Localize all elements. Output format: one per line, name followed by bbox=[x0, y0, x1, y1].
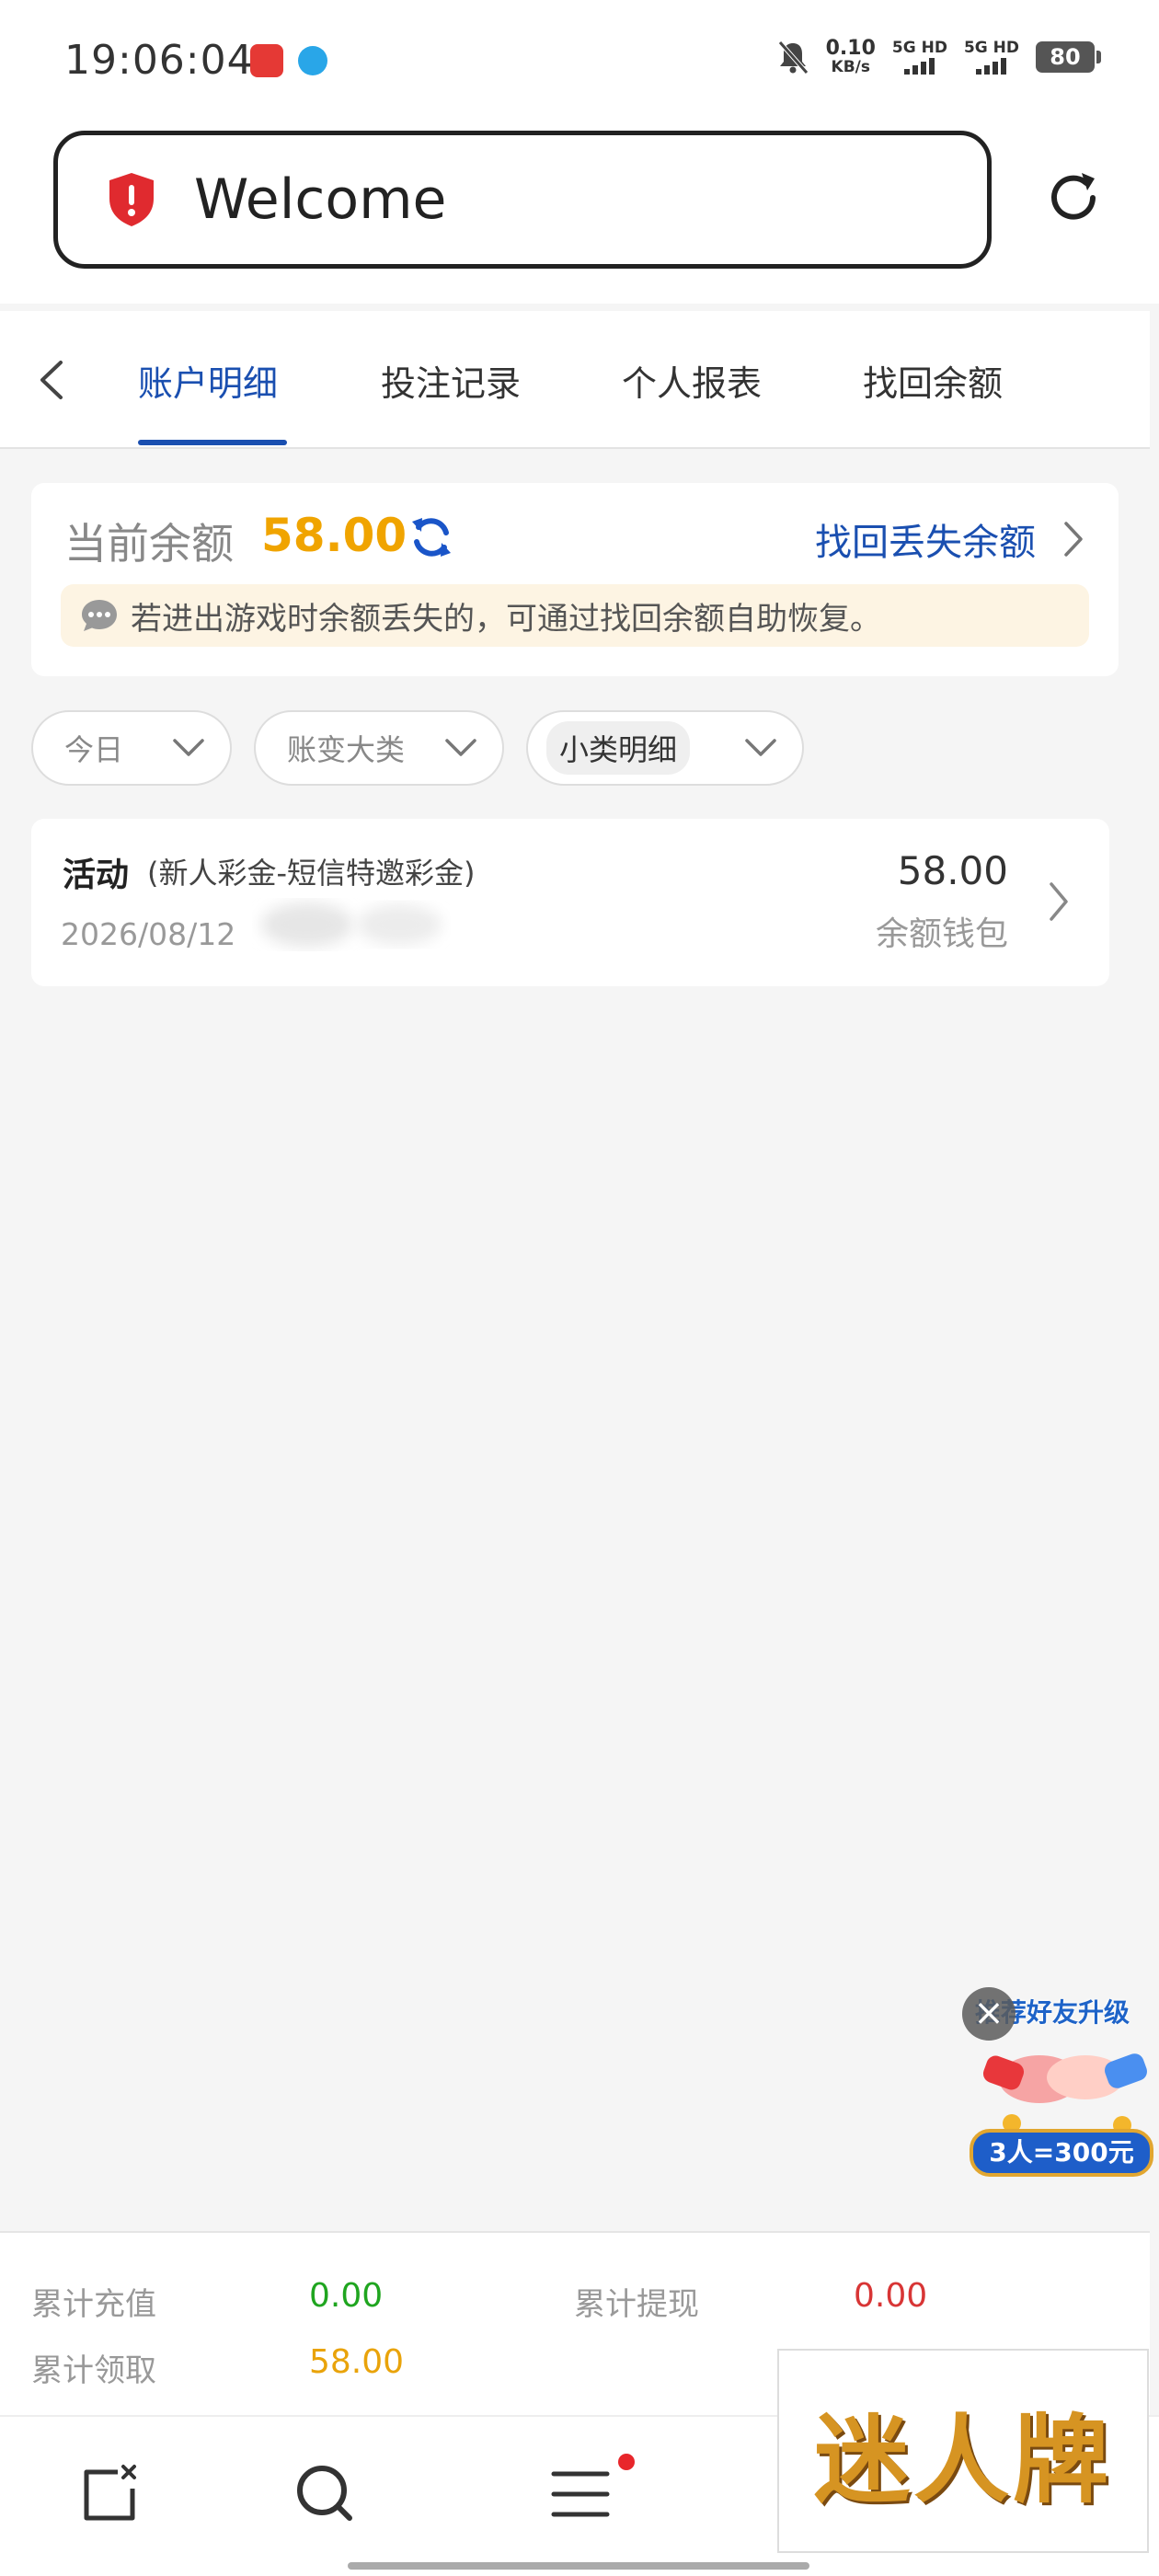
filter-subcategory-label: 小类明细 bbox=[546, 721, 691, 775]
security-warning-shield-icon[interactable] bbox=[106, 171, 157, 228]
network-speed-unit: KB/s bbox=[831, 58, 870, 76]
tab-personal-report[interactable]: 个人报表 bbox=[622, 355, 762, 406]
transaction-row[interactable]: 活动 (新人彩金-短信特邀彩金) 2026/08/12 58.00 余额钱包 bbox=[31, 819, 1109, 986]
total-deposit-value: 0.00 bbox=[309, 2277, 384, 2315]
filter-category-label: 账变大类 bbox=[287, 732, 406, 767]
sim1-signal: 5G HD bbox=[892, 40, 947, 75]
notice-text: 若进出游戏时余额丢失的，可通过找回余额自助恢复。 bbox=[131, 600, 881, 638]
sim2-signal: 5G HD bbox=[964, 40, 1019, 75]
status-bar: 19:06:04 0.10 KB/s 5G HD 5G HD 80 bbox=[0, 0, 1159, 120]
referral-promo-widget[interactable]: 推荐好友升级 × 3人=300元 bbox=[957, 1987, 1159, 2180]
status-indicators: 0.10 KB/s 5G HD 5G HD 80 bbox=[776, 37, 1101, 76]
menu-icon[interactable] bbox=[548, 2461, 613, 2525]
back-arrow-icon[interactable] bbox=[33, 357, 70, 403]
filter-subcategory[interactable]: 小类明细 bbox=[526, 710, 804, 786]
balance-label: 当前余额 bbox=[64, 519, 234, 569]
close-icon[interactable]: × bbox=[962, 1987, 1016, 2041]
tab-bar: 账户明细 投注记录 个人报表 找回余额 bbox=[0, 311, 1150, 449]
sim1-label: 5G HD bbox=[891, 39, 947, 57]
qq-notification-icon bbox=[298, 46, 327, 75]
notification-dot bbox=[618, 2454, 635, 2470]
transaction-date: 2026/08/12 bbox=[61, 916, 236, 952]
close-tab-icon[interactable] bbox=[77, 2461, 142, 2525]
promo-banner: 3人=300元 bbox=[970, 2129, 1153, 2177]
address-text[interactable]: Welcome bbox=[194, 167, 446, 232]
sim2-label: 5G HD bbox=[963, 39, 1019, 57]
reload-icon[interactable] bbox=[1041, 166, 1106, 230]
chat-bubble-icon bbox=[82, 600, 117, 631]
balance-card: 当前余额 58.00 找回丢失余额 若进出游戏时余额丢失的，可通过找回余额自助恢… bbox=[31, 483, 1119, 676]
tab-bet-records[interactable]: 投注记录 bbox=[381, 355, 521, 406]
chevron-right-icon bbox=[1050, 882, 1068, 921]
transaction-amount: 58.00 bbox=[897, 848, 1008, 893]
chevron-right-icon[interactable] bbox=[1061, 520, 1085, 558]
transaction-detail: (新人彩金-短信特邀彩金) bbox=[147, 856, 476, 891]
brand-logo[interactable]: 迷人牌 bbox=[777, 2349, 1149, 2553]
signal-bars-icon bbox=[976, 56, 1007, 75]
tab-account-details[interactable]: 账户明细 bbox=[138, 355, 278, 406]
network-speed: 0.10 KB/s bbox=[825, 37, 876, 76]
redacted-time-blur bbox=[261, 903, 442, 947]
transaction-wallet: 余额钱包 bbox=[875, 915, 1008, 953]
notice-bar: 若进出游戏时余额丢失的，可通过找回余额自助恢复。 bbox=[61, 584, 1089, 647]
filter-date-label: 今日 bbox=[64, 732, 124, 767]
transaction-type: 活动 bbox=[63, 857, 130, 894]
total-claim-value: 58.00 bbox=[309, 2343, 405, 2381]
browser-toolbar: Welcome bbox=[0, 120, 1159, 304]
balance-value: 58.00 bbox=[261, 509, 407, 562]
status-time: 19:06:04 bbox=[64, 37, 254, 84]
home-indicator[interactable] bbox=[348, 2562, 809, 2570]
app-notification-icon bbox=[250, 44, 283, 77]
recover-lost-balance-link[interactable]: 找回丢失余额 bbox=[815, 512, 1036, 566]
battery-indicator: 80 bbox=[1036, 41, 1101, 73]
brand-logo-text: 迷人牌 bbox=[813, 2402, 1112, 2516]
tab-recover-balance[interactable]: 找回余额 bbox=[863, 355, 1003, 406]
search-icon[interactable] bbox=[293, 2461, 357, 2525]
bell-mute-icon bbox=[777, 40, 809, 75]
chevron-down-icon bbox=[173, 739, 204, 756]
active-tab-indicator bbox=[138, 440, 287, 445]
filter-date[interactable]: 今日 bbox=[31, 710, 232, 786]
chevron-down-icon bbox=[445, 739, 476, 756]
total-withdraw-label: 累计提现 bbox=[574, 2286, 699, 2323]
signal-bars-icon bbox=[904, 56, 935, 75]
chevron-down-icon bbox=[745, 739, 776, 756]
total-withdraw-value: 0.00 bbox=[854, 2277, 928, 2315]
total-claim-label: 累计领取 bbox=[31, 2352, 156, 2389]
total-deposit-label: 累计充值 bbox=[31, 2286, 156, 2323]
handshake-icon bbox=[982, 2053, 1147, 2134]
filter-category[interactable]: 账变大类 bbox=[254, 710, 504, 786]
address-bar[interactable]: Welcome bbox=[53, 131, 992, 269]
browser-bottom-nav: 迷人牌 bbox=[0, 2349, 1159, 2576]
refresh-balance-icon[interactable] bbox=[407, 512, 456, 562]
network-speed-value: 0.10 bbox=[825, 37, 876, 60]
